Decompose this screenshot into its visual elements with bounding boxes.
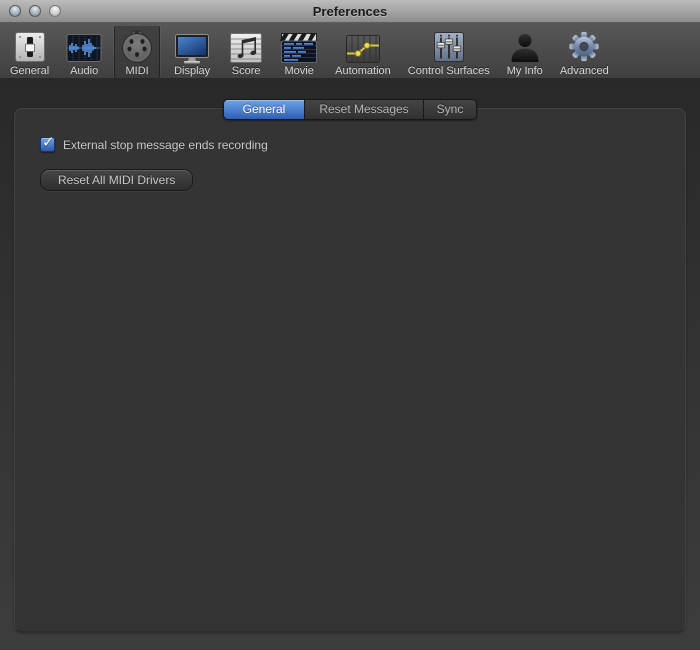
- movie-icon: [280, 29, 318, 64]
- preferences-window: Preferences General Audio MIDI Display S…: [0, 0, 700, 650]
- toolbar-item-label: Audio: [70, 65, 99, 77]
- toolbar-item-label: Display: [174, 65, 211, 77]
- toolbar-item-label: Movie: [284, 65, 314, 77]
- midi-tab-bar: General Reset Messages Sync: [223, 99, 477, 120]
- toolbar-item-audio[interactable]: Audio: [61, 26, 107, 78]
- checkbox-checked-icon[interactable]: ✓: [40, 134, 55, 152]
- tab-general[interactable]: General: [224, 100, 305, 119]
- checkmark-icon: ✓: [42, 134, 55, 151]
- toolbar-item-general[interactable]: General: [5, 26, 54, 78]
- toolbar-item-display[interactable]: Display: [167, 26, 217, 78]
- midi-icon: [119, 29, 155, 64]
- automation-icon: [345, 29, 381, 64]
- display-icon: [172, 29, 212, 64]
- midi-general-pane: ✓ External stop message ends recording R…: [14, 108, 686, 632]
- toolbar-item-advanced[interactable]: Advanced: [555, 26, 614, 78]
- external-stop-checkbox-row[interactable]: ✓ External stop message ends recording: [40, 134, 685, 152]
- toolbar-item-control-surfaces[interactable]: Control Surfaces: [403, 26, 495, 78]
- general-icon: [13, 29, 47, 64]
- traffic-lights: [9, 0, 61, 22]
- toolbar-item-label: General: [10, 65, 50, 77]
- close-button[interactable]: [9, 5, 21, 17]
- control-surfaces-icon: [432, 29, 466, 64]
- window-title: Preferences: [312, 3, 388, 19]
- toolbar-item-score[interactable]: Score: [224, 26, 268, 78]
- score-icon: [229, 29, 263, 64]
- toolbar-item-label: Advanced: [559, 65, 609, 77]
- zoom-button[interactable]: [49, 5, 61, 17]
- toolbar-item-label: My Info: [506, 65, 543, 77]
- toolbar-item-midi[interactable]: MIDI: [114, 26, 161, 78]
- titlebar: Preferences: [0, 0, 700, 23]
- toolbar-item-my-info[interactable]: My Info: [502, 26, 548, 78]
- tab-reset-messages[interactable]: Reset Messages: [305, 100, 424, 119]
- advanced-icon: [566, 29, 602, 64]
- preferences-toolbar: General Audio MIDI Display Score Movie A…: [0, 23, 700, 82]
- preferences-content: ✓ External stop message ends recording R…: [0, 78, 700, 650]
- my-info-icon: [509, 29, 541, 64]
- toolbar-item-movie[interactable]: Movie: [275, 26, 323, 78]
- toolbar-item-label: Control Surfaces: [407, 65, 490, 77]
- reset-all-midi-drivers-button[interactable]: Reset All MIDI Drivers: [40, 169, 194, 191]
- audio-icon: [66, 29, 102, 64]
- checkbox-label: External stop message ends recording: [63, 137, 268, 152]
- minimize-button[interactable]: [29, 5, 41, 17]
- toolbar-item-label: MIDI: [125, 65, 149, 77]
- toolbar-item-label: Score: [231, 65, 261, 77]
- toolbar-item-automation[interactable]: Automation: [330, 26, 396, 78]
- toolbar-item-label: Automation: [335, 65, 391, 77]
- tab-sync[interactable]: Sync: [424, 100, 476, 119]
